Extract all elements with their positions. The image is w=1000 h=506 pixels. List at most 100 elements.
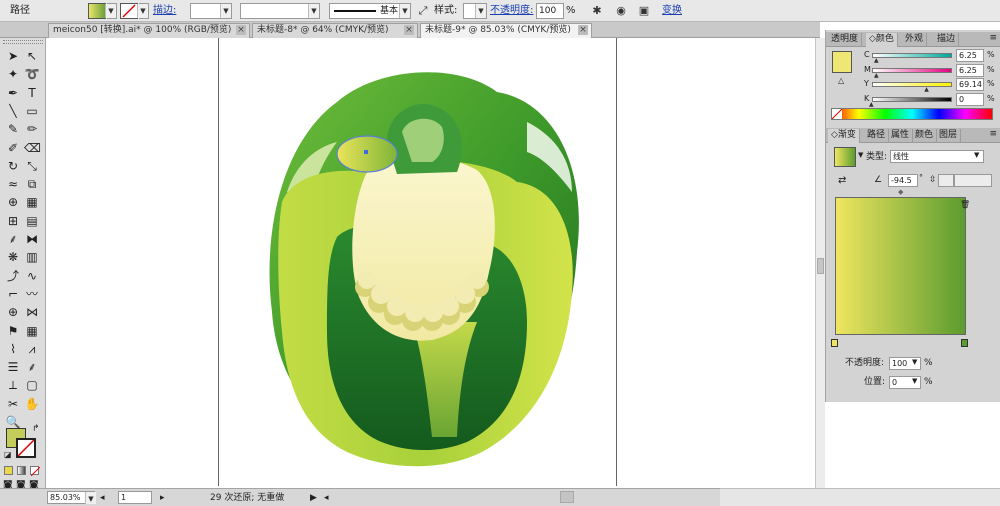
status-menu-icon[interactable]: ▶: [310, 491, 317, 505]
slider-thumb-icon[interactable]: ▲: [924, 87, 930, 93]
trash-icon[interactable]: 🗑: [960, 200, 970, 209]
gradient-tool-icon[interactable]: ▤: [24, 213, 40, 229]
slider-m[interactable]: M ▲ 6.25%: [864, 63, 998, 78]
canvas[interactable]: [47, 38, 817, 486]
next-artboard-icon[interactable]: ▸: [160, 491, 165, 505]
style-select[interactable]: ▼: [463, 3, 487, 19]
default-colors-icon[interactable]: ◪: [4, 450, 12, 459]
dropper-icon[interactable]: ⸙: [24, 359, 40, 375]
paintbrush-icon[interactable]: ✎: [5, 121, 21, 137]
vertical-scrollbar[interactable]: [815, 38, 825, 490]
opacity-input[interactable]: 100: [536, 3, 564, 19]
none-mode-icon[interactable]: [30, 466, 41, 477]
slider-value-input[interactable]: 0: [956, 92, 984, 106]
mesh-icon[interactable]: ⊞: [5, 213, 21, 229]
fill-swatch[interactable]: [88, 3, 106, 19]
line-segment-icon[interactable]: ╲: [5, 103, 21, 119]
slider-track[interactable]: [872, 82, 952, 87]
chevron-down-icon[interactable]: ▼: [974, 151, 979, 159]
panel-tab[interactable]: ◇渐变: [828, 129, 860, 143]
slider-value-input[interactable]: 69.14: [956, 78, 984, 91]
none-color-icon[interactable]: [831, 108, 843, 120]
shape-builder-icon[interactable]: ⊕: [5, 194, 21, 210]
tab-meicon50[interactable]: meicon50 [转换].ai* @ 100% (RGB/预览) ×: [48, 23, 250, 38]
close-icon[interactable]: ×: [404, 25, 414, 35]
slider-k[interactable]: K ▲ 0%: [864, 92, 998, 107]
panel-menu-icon[interactable]: ≡: [989, 33, 997, 43]
scroll-left-icon[interactable]: ◂: [324, 491, 329, 505]
gradient-preview[interactable]: [835, 197, 966, 335]
align-options-icon[interactable]: ▣: [636, 3, 652, 19]
aspect-ratio-input[interactable]: [938, 174, 954, 187]
anchor-add-icon[interactable]: ⤴: [5, 268, 21, 284]
wrinkle-icon[interactable]: ⌇: [5, 341, 21, 357]
type-icon[interactable]: T: [24, 85, 40, 101]
tab-untitled-9[interactable]: 未标题-9* @ 85.03% (CMYK/预览) ×: [420, 23, 592, 38]
prev-artboard-icon[interactable]: ◂: [100, 491, 105, 505]
slice-icon[interactable]: ▢: [24, 377, 40, 393]
fill-dropdown[interactable]: ▼: [105, 3, 117, 19]
anchor-point[interactable]: [364, 150, 368, 154]
artboard-number-field[interactable]: 1: [118, 491, 152, 504]
panel-tab[interactable]: 描边: [934, 33, 960, 47]
flag-icon[interactable]: ⚑: [5, 323, 21, 339]
swap-fill-stroke-icon[interactable]: ↱: [32, 424, 40, 434]
pen-icon[interactable]: ✒: [5, 85, 21, 101]
stroke-dropdown[interactable]: ▼: [137, 3, 149, 19]
aspect-ratio-field[interactable]: [954, 174, 992, 187]
slider-track[interactable]: [872, 96, 952, 102]
scissors-icon[interactable]: ✂: [5, 396, 21, 412]
scroll-thumb[interactable]: [817, 258, 824, 274]
stroke-weight-input[interactable]: ▼: [190, 3, 232, 19]
align-icon[interactable]: ☰: [5, 359, 21, 375]
pencil-icon[interactable]: ✏: [24, 121, 40, 137]
gradient-angle-input[interactable]: -94.5: [888, 174, 918, 187]
opacity-link[interactable]: 不透明度:: [490, 3, 533, 19]
curve-icon[interactable]: ∿: [24, 268, 40, 284]
zigzag-icon[interactable]: ⩘: [24, 341, 40, 357]
slider-thumb-icon[interactable]: ▲: [874, 58, 880, 64]
graphic-style-icon[interactable]: ⤢: [415, 3, 431, 19]
measure-icon[interactable]: ⟂: [5, 377, 21, 393]
slider-track[interactable]: [872, 67, 952, 73]
recolor-artwork-icon[interactable]: ✱: [589, 3, 605, 19]
symbol-sprayer-icon[interactable]: ❋: [5, 249, 21, 265]
close-icon[interactable]: ×: [236, 25, 246, 35]
reverse-gradient-icon[interactable]: ⇄: [838, 175, 846, 186]
horizontal-scroll-thumb[interactable]: [560, 491, 574, 503]
slider-value-input[interactable]: 6.25: [956, 49, 984, 62]
gradient-midpoint-icon[interactable]: ◆: [898, 188, 903, 196]
selection-arrow-icon[interactable]: ➤: [5, 48, 21, 64]
eraser-icon[interactable]: ⌫: [24, 140, 41, 156]
stroke-link[interactable]: 描边:: [153, 3, 176, 19]
transform-link[interactable]: 变换: [662, 3, 682, 19]
panel-tab[interactable]: 路径: [864, 129, 890, 143]
wave-icon[interactable]: 〰: [24, 286, 40, 302]
eyedropper-icon[interactable]: ⸙: [5, 231, 21, 247]
isolate-icon[interactable]: ◉: [613, 3, 629, 19]
direct-selection-icon[interactable]: ↖: [24, 48, 40, 64]
slider-value-input[interactable]: 6.25: [956, 63, 984, 77]
tab-untitled-8[interactable]: 未标题-8* @ 64% (CMYK/预览) ×: [252, 23, 418, 38]
panel-tab[interactable]: 透明度: [828, 33, 863, 47]
scale-icon[interactable]: ⤡: [24, 158, 40, 174]
gradient-stop-end[interactable]: [961, 339, 968, 347]
envelope-icon[interactable]: ⋈: [24, 304, 40, 320]
chevron-down-icon[interactable]: ▼: [912, 358, 917, 366]
warp-icon[interactable]: ≈: [5, 176, 21, 192]
lasso-icon[interactable]: ➰: [24, 66, 40, 82]
variable-width-select[interactable]: ▼: [240, 3, 320, 19]
panel-tab[interactable]: 图层: [936, 129, 962, 143]
slider-thumb-icon[interactable]: ▲: [869, 101, 875, 107]
rotate-icon[interactable]: ↻: [5, 158, 21, 174]
color-panel-swatch[interactable]: [832, 51, 852, 73]
stroke-swatch[interactable]: [120, 3, 138, 19]
slider-track[interactable]: [872, 53, 952, 58]
bell-pepper-artwork[interactable]: [227, 62, 607, 482]
hand-icon[interactable]: ✋: [24, 396, 40, 412]
column-graph-icon[interactable]: ▥: [24, 249, 40, 265]
slider-y[interactable]: Y ▲ 69.14%: [864, 78, 998, 93]
panel-tab[interactable]: 颜色: [912, 129, 938, 143]
rectangle-icon[interactable]: ▭: [24, 103, 40, 119]
panel-menu-icon[interactable]: ≡: [989, 129, 997, 139]
